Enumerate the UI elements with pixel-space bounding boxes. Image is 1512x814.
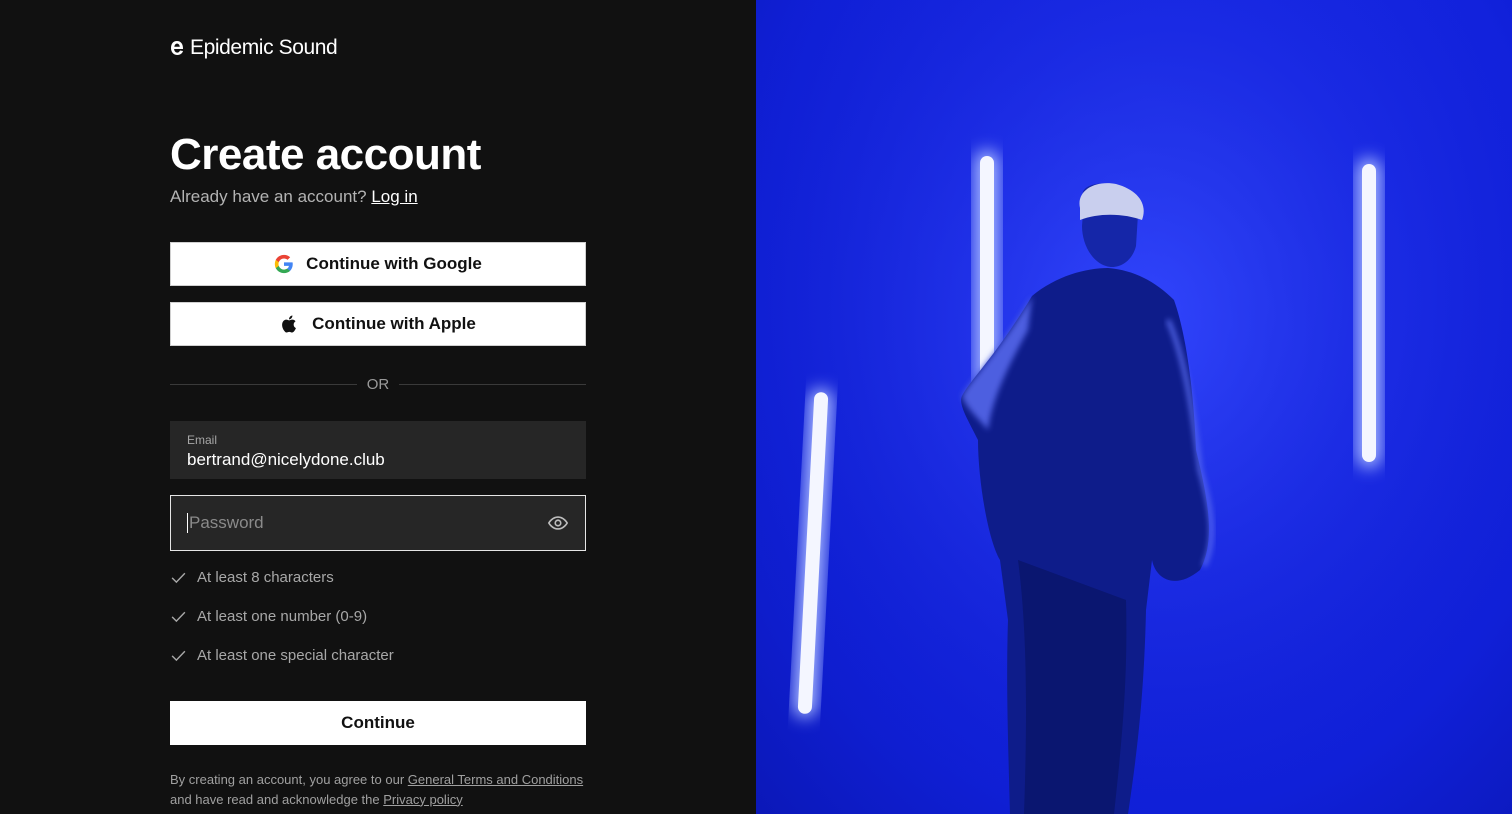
login-link[interactable]: Log in [371, 187, 417, 206]
email-label: Email [187, 433, 218, 447]
requirement-text: At least one number (0-9) [197, 608, 368, 625]
or-divider: OR [170, 374, 586, 394]
check-icon [171, 572, 186, 584]
divider-line-left [170, 383, 357, 385]
hero-image [756, 0, 1512, 814]
divider-line-right [399, 383, 586, 385]
google-button-label: Continue with Google [306, 254, 482, 273]
text-caret [187, 513, 188, 533]
divider-text: OR [366, 375, 390, 393]
password-field[interactable] [170, 495, 586, 551]
apple-icon [282, 315, 297, 333]
terms-middle: and have read and acknowledge the [170, 791, 380, 807]
requirement-text: At least one special character [197, 647, 394, 664]
continue-with-apple-button[interactable]: Continue with Apple [170, 302, 586, 346]
brand-logo[interactable]: Epidemic Sound [170, 36, 338, 60]
check-icon [171, 611, 186, 623]
apple-button-label: Continue with Apple [312, 314, 476, 333]
check-icon [171, 650, 186, 662]
requirement-special-char: At least one special character [170, 647, 394, 664]
privacy-policy-link[interactable]: Privacy policy [383, 792, 462, 807]
performer-illustration [756, 0, 1512, 814]
brand-name: Epidemic Sound [190, 36, 338, 59]
requirement-min-length: At least 8 characters [170, 569, 334, 586]
page-title: Create account [170, 130, 481, 179]
neon-tube [1362, 164, 1376, 462]
requirement-number: At least one number (0-9) [170, 608, 367, 625]
requirement-text: At least 8 characters [197, 569, 334, 586]
email-value[interactable]: bertrand@nicelydone.club [187, 450, 569, 470]
signup-panel: Epidemic Sound Create account Already ha… [0, 0, 756, 814]
epidemic-logo-icon [171, 41, 184, 55]
continue-button[interactable]: Continue [170, 701, 586, 745]
continue-with-google-button[interactable]: Continue with Google [170, 242, 586, 286]
password-input[interactable] [189, 513, 547, 533]
login-prompt-text: Already have an account? [170, 187, 367, 206]
email-field[interactable]: Email bertrand@nicelydone.club [170, 421, 586, 479]
terms-notice: By creating an account, you agree to our… [170, 770, 600, 809]
login-prompt: Already have an account? Log in [170, 187, 418, 207]
google-icon [275, 254, 293, 274]
terms-prefix: By creating an account, you agree to our [170, 772, 405, 787]
neon-tube [980, 156, 994, 384]
terms-link[interactable]: General Terms and Conditions [408, 772, 583, 787]
eye-icon[interactable] [547, 512, 569, 534]
